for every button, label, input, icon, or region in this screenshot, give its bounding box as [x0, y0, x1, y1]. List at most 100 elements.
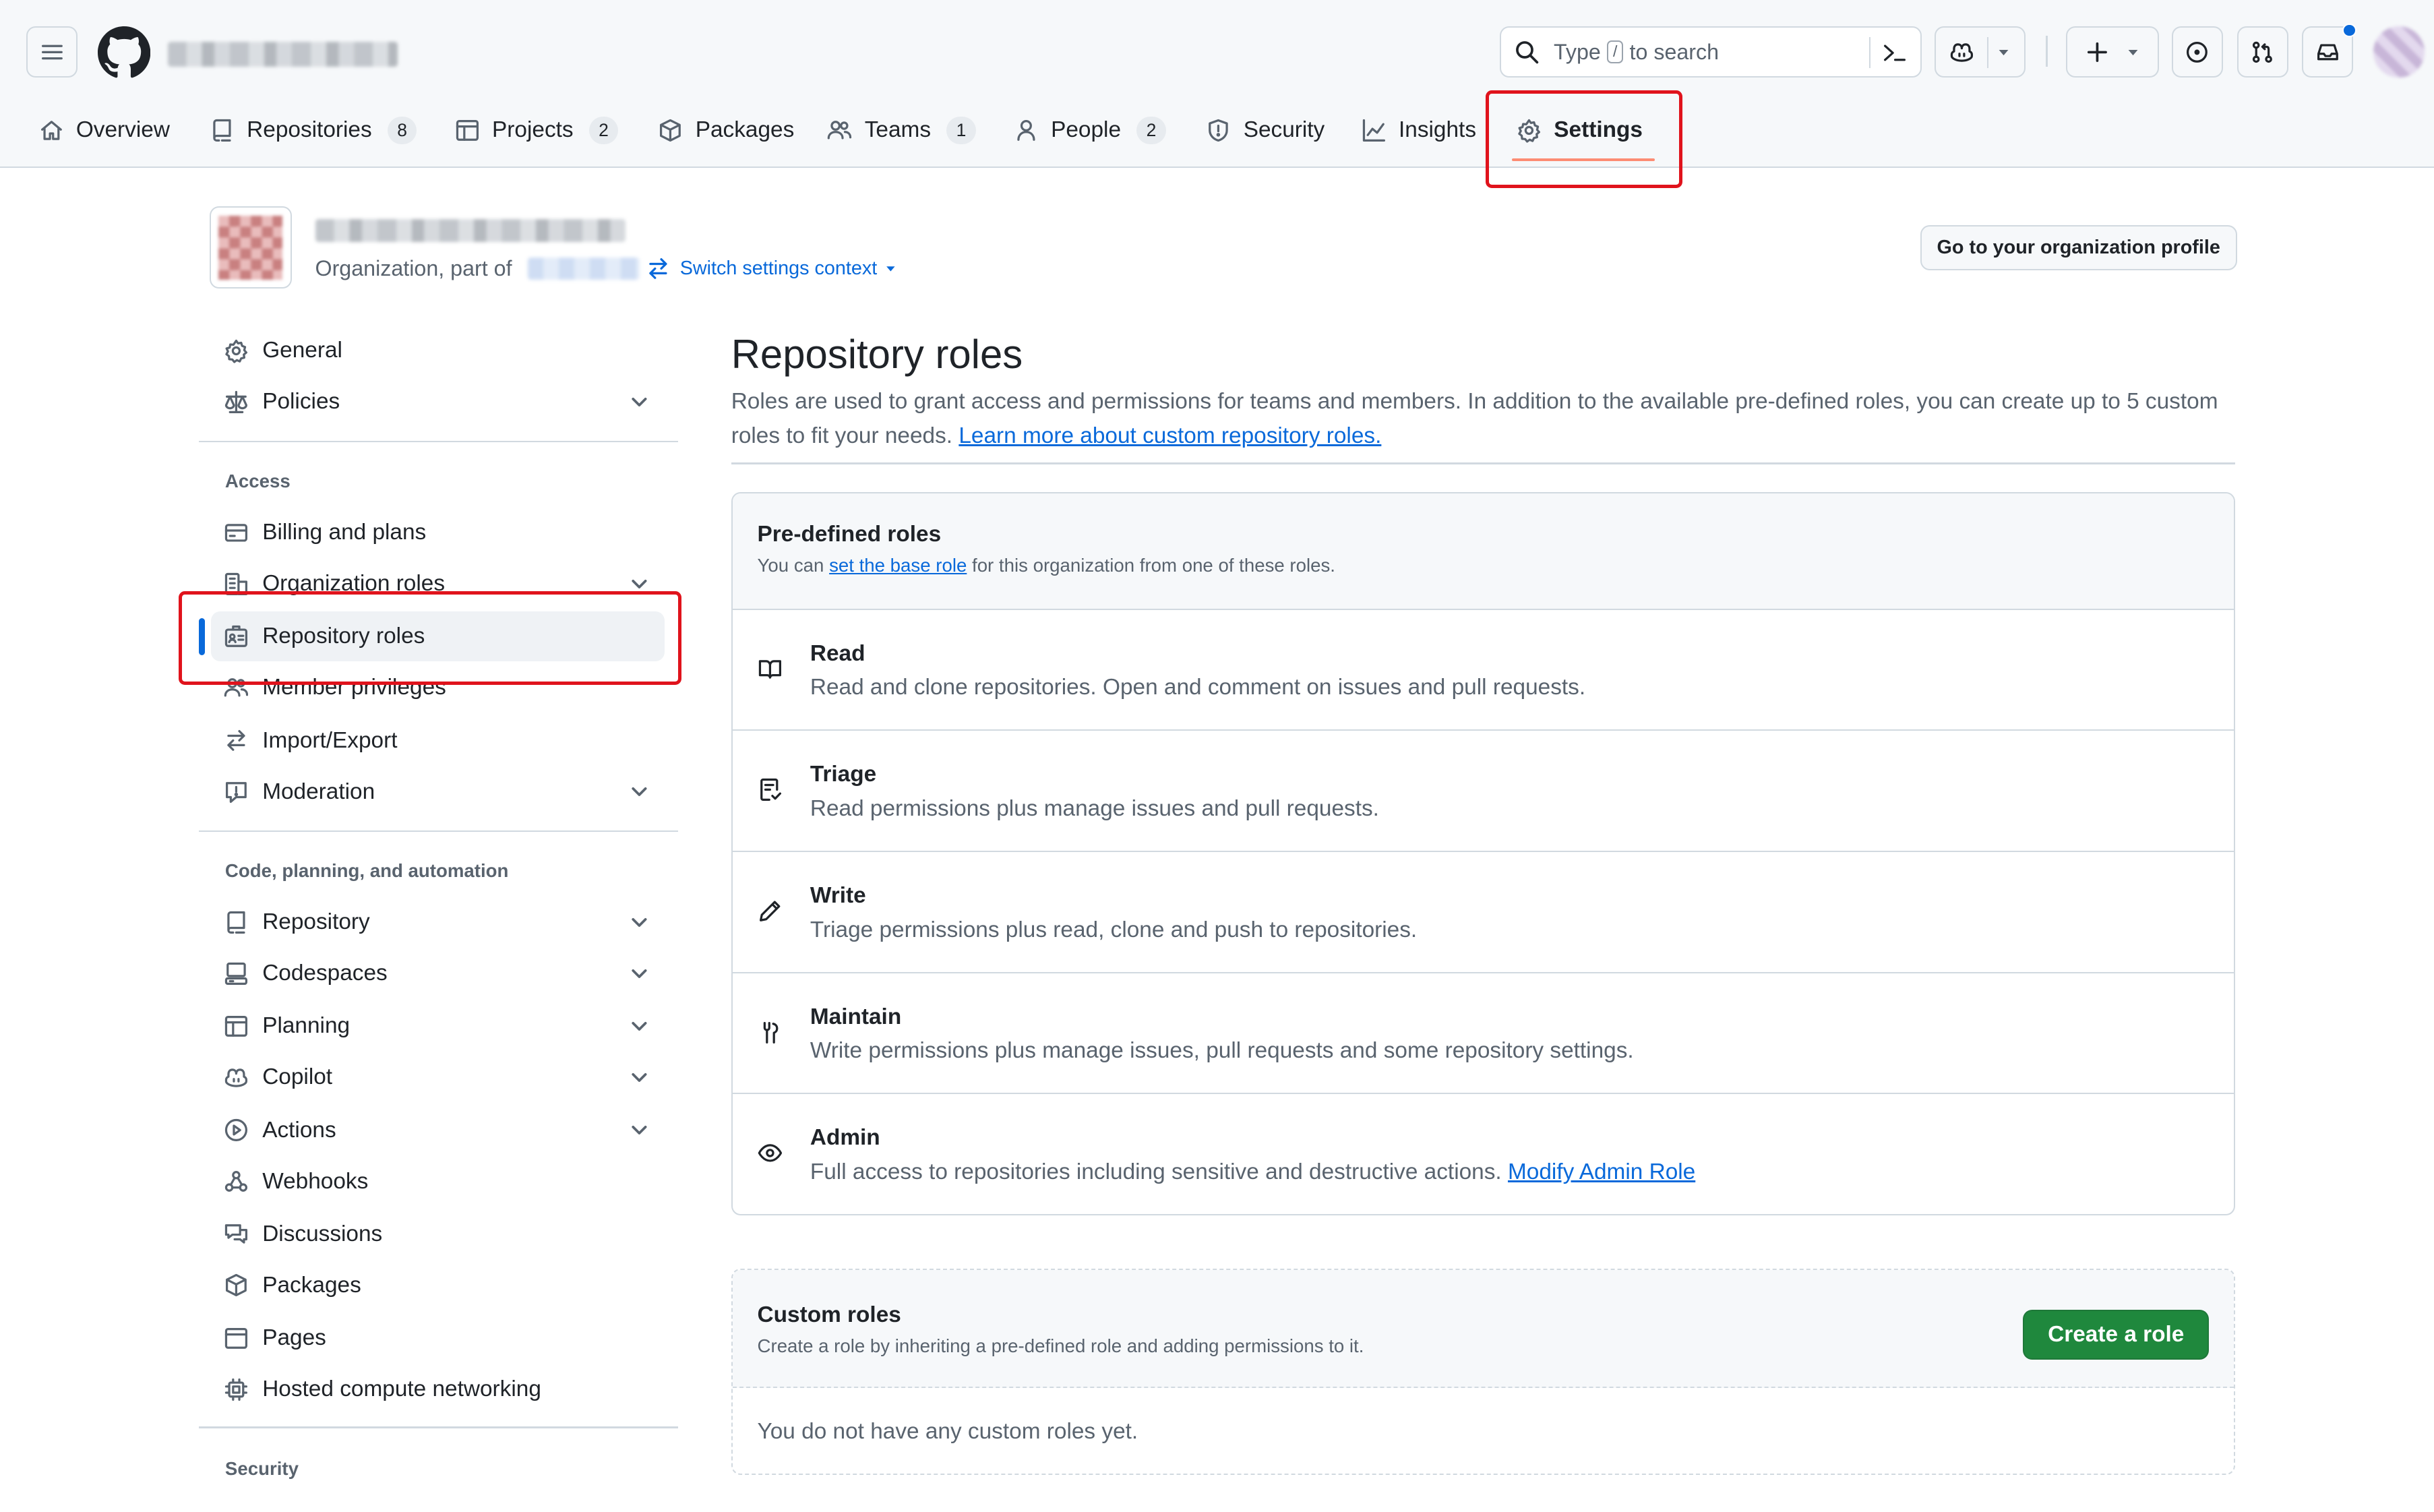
- role-row-admin: Admin Full access to repositories includ…: [733, 1094, 2234, 1214]
- sidebar-item-billing[interactable]: Billing and plans: [211, 508, 664, 557]
- browser-icon: [224, 1327, 247, 1349]
- copilot-icon: [1951, 42, 1974, 62]
- tab-security[interactable]: Security: [1206, 102, 1325, 158]
- package-icon: [225, 1274, 247, 1297]
- tab-projects[interactable]: Projects 2: [455, 102, 619, 158]
- hamburger-icon: [41, 44, 63, 59]
- sidebar-item-label: Import/Export: [262, 727, 398, 753]
- role-name: Maintain: [810, 1004, 902, 1029]
- search-placeholder-suffix: to search: [1629, 39, 1720, 64]
- sidebar-item-pages[interactable]: Pages: [211, 1313, 664, 1363]
- page-title: Repository roles: [731, 331, 1023, 377]
- search-input[interactable]: Type / to search: [1499, 26, 1922, 78]
- tab-label: Teams: [864, 117, 932, 143]
- sidebar-item-label: Pages: [262, 1325, 326, 1351]
- title-divider: [731, 462, 2236, 464]
- switch-settings-context-button[interactable]: Switch settings context: [646, 256, 897, 281]
- tab-counter: 1: [946, 116, 976, 145]
- predefined-roles-subtitle: You can set the base role for this organ…: [758, 555, 2210, 576]
- codespaces-icon: [224, 962, 247, 985]
- menu-button[interactable]: [26, 26, 78, 78]
- sidebar-item-label: Hosted compute networking: [262, 1377, 541, 1402]
- sidebar-item-webhooks[interactable]: Webhooks: [211, 1157, 664, 1207]
- header-divider: [2046, 35, 2048, 67]
- github-logo-icon[interactable]: [98, 26, 151, 79]
- custom-roles-title: Custom roles: [757, 1302, 901, 1327]
- learn-more-custom-roles-link[interactable]: Learn more about custom repository roles…: [959, 423, 1381, 448]
- home-icon: [40, 121, 62, 140]
- tab-repositories[interactable]: Repositories 8: [210, 102, 417, 158]
- custom-roles-subtitle: Create a role by inheriting a pre-define…: [757, 1335, 1364, 1357]
- sidebar-item-general[interactable]: General: [211, 326, 664, 376]
- sidebar-item-actions[interactable]: Actions: [211, 1106, 664, 1155]
- sidebar-item-label: Repository: [262, 909, 370, 934]
- tab-label: Overview: [75, 117, 170, 143]
- chevron-down-icon: [632, 1126, 647, 1135]
- org-parent-redacted[interactable]: [528, 258, 640, 280]
- sidebar-item-moderation[interactable]: Moderation: [211, 767, 664, 817]
- sidebar-item-repository[interactable]: Repository: [211, 897, 664, 947]
- sidebar-item-copilot[interactable]: Copilot: [211, 1052, 664, 1102]
- org-subtitle: Organization, part of: [315, 255, 512, 280]
- role-description: Triage permissions plus read, clone and …: [810, 917, 1418, 942]
- chevron-down-icon: [632, 969, 647, 978]
- sidebar-item-discussions[interactable]: Discussions: [211, 1209, 664, 1259]
- role-row-triage: Triage Read permissions plus manage issu…: [732, 731, 2234, 853]
- create-new-button[interactable]: [2066, 26, 2160, 78]
- role-name: Read: [810, 640, 865, 666]
- chevron-down-icon: [632, 1021, 647, 1031]
- sidebar-item-label: Webhooks: [262, 1168, 369, 1194]
- command-palette-icon[interactable]: [1882, 40, 1907, 65]
- tab-counter: 2: [1136, 116, 1166, 145]
- caret-down-icon: [2128, 49, 2138, 55]
- caret-down-icon[interactable]: [1996, 44, 2011, 60]
- comment-discussion-icon: [224, 1224, 247, 1244]
- tab-people[interactable]: People 2: [1014, 102, 1166, 158]
- play-icon: [224, 1118, 247, 1142]
- webhook-icon: [224, 1171, 247, 1192]
- sidebar-item-codespaces[interactable]: Codespaces: [211, 948, 664, 998]
- copilot-button[interactable]: [1934, 26, 2026, 78]
- chevron-down-icon: [632, 917, 647, 927]
- sidebar-item-hosted-compute-networking[interactable]: Hosted compute networking: [211, 1364, 664, 1414]
- sidebar-item-label: Copilot: [262, 1064, 333, 1090]
- tab-label: People: [1051, 117, 1122, 143]
- pencil-icon: [759, 901, 780, 921]
- issues-button[interactable]: [2171, 26, 2223, 78]
- sidebar-item-policies[interactable]: Policies: [211, 377, 664, 427]
- sidebar-item-packages[interactable]: Packages: [211, 1261, 664, 1310]
- settings-tab-highlight: [1485, 90, 1683, 188]
- tab-insights[interactable]: Insights: [1362, 102, 1476, 158]
- create-role-button[interactable]: Create a role: [2023, 1310, 2210, 1360]
- sidebar-item-import-export[interactable]: Import/Export: [211, 716, 664, 766]
- modify-admin-role-link[interactable]: Modify Admin Role: [1508, 1159, 1695, 1184]
- role-description: Write permissions plus manage issues, pu…: [810, 1038, 1634, 1064]
- sidebar-item-label: Packages: [262, 1272, 361, 1298]
- caret-down-icon: [886, 266, 895, 272]
- sidebar-item-label: General: [262, 338, 342, 363]
- role-row-write: Write Triage permissions plus read, clon…: [732, 852, 2234, 973]
- report-icon: [225, 782, 247, 804]
- role-name: Admin: [810, 1125, 880, 1151]
- role-row-read: Read Read and clone repositories. Open a…: [732, 610, 2234, 731]
- eye-icon: [758, 1144, 782, 1162]
- inbox-icon: [2317, 44, 2338, 61]
- set-base-role-link[interactable]: set the base role: [829, 555, 967, 576]
- people-icon: [828, 121, 852, 140]
- tab-label: Insights: [1398, 117, 1477, 143]
- book-icon: [758, 660, 781, 679]
- user-avatar[interactable]: [2373, 26, 2425, 78]
- tab-teams[interactable]: Teams 1: [827, 102, 976, 158]
- sidebar-item-planning[interactable]: Planning: [211, 1001, 664, 1051]
- global-header: Type / to search Overview Repositories 8…: [0, 0, 2434, 168]
- tab-packages[interactable]: Packages: [658, 102, 794, 158]
- cpu-icon: [224, 1378, 247, 1401]
- tab-overview[interactable]: Overview: [39, 102, 170, 158]
- go-to-org-profile-button[interactable]: Go to your organization profile: [1920, 224, 2237, 270]
- person-icon: [1017, 120, 1035, 141]
- graph-icon: [1362, 119, 1385, 142]
- switch-context-label: Switch settings context: [679, 257, 878, 279]
- repo-icon: [226, 911, 245, 934]
- org-breadcrumb-redacted[interactable]: [167, 42, 398, 67]
- pull-requests-button[interactable]: [2237, 26, 2288, 78]
